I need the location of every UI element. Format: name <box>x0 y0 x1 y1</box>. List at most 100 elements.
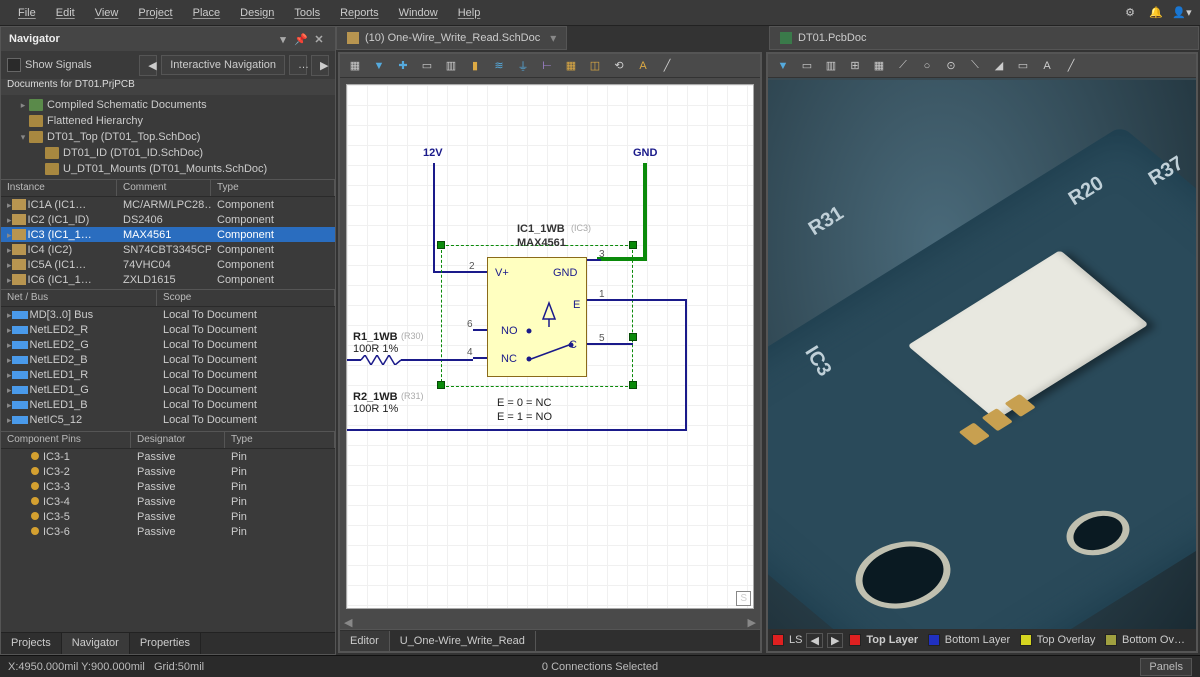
col-type[interactable]: Type <box>211 180 335 196</box>
tab-close-icon[interactable]: ▾ <box>550 31 556 45</box>
layer-top-overlay[interactable]: Top Overlay <box>1037 634 1096 646</box>
select-icon[interactable]: ▭ <box>416 56 438 76</box>
net-row[interactable]: ▸NetIC5_12Local To Document <box>1 412 335 427</box>
tool-icon[interactable]: ╱ <box>1060 56 1082 76</box>
menu-place[interactable]: Place <box>183 3 231 23</box>
menu-reports[interactable]: Reports <box>330 3 389 23</box>
layer-bottom-overlay[interactable]: Bottom Ov… <box>1122 634 1185 646</box>
tab-properties[interactable]: Properties <box>130 633 201 654</box>
col-net[interactable]: Net / Bus <box>1 290 157 306</box>
instance-row[interactable]: ▸IC6 (IC1_1…ZXLD1615Component <box>1 272 335 287</box>
dropdown-icon[interactable]: ▾ <box>275 31 291 47</box>
layer-bottom[interactable]: Bottom Layer <box>945 634 1010 646</box>
tool-icon[interactable]: ⟋ <box>892 56 914 76</box>
tool-icon[interactable]: ⟍ <box>964 56 986 76</box>
panels-button[interactable]: Panels <box>1140 658 1192 676</box>
tool-icon[interactable]: ◫ <box>584 56 606 76</box>
menu-window[interactable]: Window <box>389 3 448 23</box>
tool-icon[interactable]: ▭ <box>1012 56 1034 76</box>
instances-grid[interactable]: ▸IC1A (IC1…MC/ARM/LPC28…Component▸IC2 (I… <box>1 197 335 289</box>
editor-tab[interactable]: Editor <box>340 631 390 651</box>
text-icon[interactable]: A <box>1036 56 1058 76</box>
doc-tab[interactable]: (10) One-Wire_Write_Read.SchDoc▾ <box>336 26 567 50</box>
col-pins[interactable]: Component Pins <box>1 432 131 448</box>
layer-prev-button[interactable]: ◀ <box>806 633 822 648</box>
net-row[interactable]: ▸NetLED2_GLocal To Document <box>1 337 335 352</box>
col-comment[interactable]: Comment <box>117 180 211 196</box>
layer-ls[interactable]: LS <box>789 634 802 646</box>
pin-icon[interactable]: 📌 <box>293 31 309 47</box>
menu-edit[interactable]: Edit <box>46 3 85 23</box>
net-row[interactable]: ▸NetLED2_BLocal To Document <box>1 352 335 367</box>
tool-icon[interactable]: ▦ <box>560 56 582 76</box>
menu-project[interactable]: Project <box>128 3 182 23</box>
tool-icon[interactable]: ≋ <box>488 56 510 76</box>
menu-view[interactable]: View <box>85 3 129 23</box>
tree-row[interactable]: U_DT01_Mounts (DT01_Mounts.SchDoc) <box>1 161 335 177</box>
tool-icon[interactable]: ⟲ <box>608 56 630 76</box>
tool-icon[interactable]: ▦ <box>344 56 366 76</box>
instance-row[interactable]: ▸IC5A (IC1…74VHC04Component <box>1 257 335 272</box>
settings-icon[interactable]: ⚙ <box>1120 3 1140 23</box>
pcb-3d-canvas[interactable]: R31 R20 IC3 R37 <box>768 80 1196 629</box>
pin-row[interactable]: IC3-4PassivePin <box>1 494 335 509</box>
instance-row[interactable]: ▸IC4 (IC2)SN74CBT3345CP…Component <box>1 242 335 257</box>
show-signals-checkbox[interactable] <box>7 58 21 72</box>
tool-icon[interactable]: ○ <box>916 56 938 76</box>
col-pintype[interactable]: Type <box>225 432 335 448</box>
instance-row[interactable]: ▸IC1A (IC1…MC/ARM/LPC28…Component <box>1 197 335 212</box>
tab-projects[interactable]: Projects <box>1 633 62 654</box>
net-row[interactable]: ▸NetLED2_RLocal To Document <box>1 322 335 337</box>
menu-tools[interactable]: Tools <box>284 3 330 23</box>
tree-row[interactable]: ▾DT01_Top (DT01_Top.SchDoc) <box>1 129 335 145</box>
col-designator[interactable]: Designator <box>131 432 225 448</box>
interactive-navigation-button[interactable]: Interactive Navigation <box>161 55 285 75</box>
doc-tab[interactable]: DT01.PcbDoc <box>769 26 1199 50</box>
layer-top[interactable]: Top Layer <box>866 634 918 646</box>
pin-row[interactable]: IC3-6PassivePin <box>1 524 335 539</box>
net-row[interactable]: ▸MD[3..0] BusLocal To Document <box>1 307 335 322</box>
pin-row[interactable]: IC3-3PassivePin <box>1 479 335 494</box>
tool-icon[interactable]: ▮ <box>464 56 486 76</box>
user-icon[interactable]: 👤▾ <box>1172 3 1192 23</box>
text-icon[interactable]: A <box>632 56 654 76</box>
layer-next-button[interactable]: ▶ <box>827 633 843 648</box>
pins-grid[interactable]: IC3-1PassivePinIC3-2PassivePinIC3-3Passi… <box>1 449 335 632</box>
tree-row[interactable]: DT01_ID (DT01_ID.SchDoc) <box>1 145 335 161</box>
align-icon[interactable]: ▥ <box>440 56 462 76</box>
net-row[interactable]: ▸NetLED1_BLocal To Document <box>1 397 335 412</box>
instance-row[interactable]: ▸IC3 (IC1_1…MAX4561Component <box>1 227 335 242</box>
tool-icon[interactable]: ⊢ <box>536 56 558 76</box>
tool-icon[interactable]: ⊞ <box>844 56 866 76</box>
close-icon[interactable]: ✕ <box>311 31 327 47</box>
nav-prev-button[interactable]: ◀ <box>139 55 157 76</box>
tool-icon[interactable]: ⏚ <box>512 56 534 76</box>
nets-grid[interactable]: ▸MD[3..0] BusLocal To Document▸NetLED2_R… <box>1 307 335 431</box>
pin-row[interactable]: IC3-2PassivePin <box>1 464 335 479</box>
instance-row[interactable]: ▸IC2 (IC1_ID)DS2406Component <box>1 212 335 227</box>
col-scope[interactable]: Scope <box>157 290 335 306</box>
tool-icon[interactable]: ▥ <box>820 56 842 76</box>
nav-options-button[interactable]: … <box>289 55 307 75</box>
cross-icon[interactable]: ✚ <box>392 56 414 76</box>
h-scrollbar[interactable]: ◀▶ <box>340 615 760 629</box>
tab-navigator[interactable]: Navigator <box>62 633 130 654</box>
tool-icon[interactable]: ▭ <box>796 56 818 76</box>
menu-file[interactable]: File <box>8 3 46 23</box>
menu-design[interactable]: Design <box>230 3 284 23</box>
net-row[interactable]: ▸NetLED1_RLocal To Document <box>1 367 335 382</box>
net-row[interactable]: ▸NetLED1_GLocal To Document <box>1 382 335 397</box>
pin-row[interactable]: IC3-5PassivePin <box>1 509 335 524</box>
filter-icon[interactable]: ▼ <box>368 56 390 76</box>
notifications-icon[interactable]: 🔔 <box>1146 3 1166 23</box>
pin-row[interactable]: IC3-1PassivePin <box>1 449 335 464</box>
tool-icon[interactable]: ◢ <box>988 56 1010 76</box>
tool-icon[interactable]: ▦ <box>868 56 890 76</box>
filter-icon[interactable]: ▼ <box>772 56 794 76</box>
tool-icon[interactable]: ╱ <box>656 56 678 76</box>
sheet-name[interactable]: U_One-Wire_Write_Read <box>390 631 536 651</box>
schematic-canvas[interactable]: 12V GND IC1_1WB <box>346 84 754 609</box>
tree-row[interactable]: ▸Compiled Schematic Documents <box>1 97 335 113</box>
nav-next-button[interactable]: ▶ <box>311 55 329 76</box>
tool-icon[interactable]: ⊙ <box>940 56 962 76</box>
